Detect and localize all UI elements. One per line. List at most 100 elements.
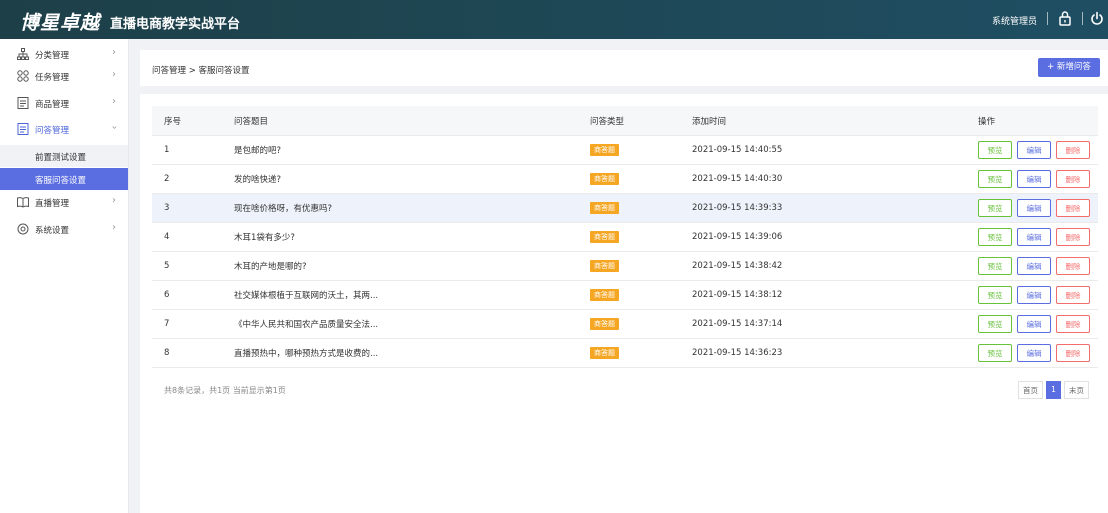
sidebar-subitem-service-qa[interactable]: 客服问答设置 [0, 168, 128, 190]
preview-button[interactable]: 预览 [978, 344, 1012, 362]
row-number: 8 [152, 338, 234, 368]
last-page-button[interactable]: 末页 [1064, 381, 1089, 399]
row-number: 6 [152, 280, 234, 310]
row-type-cell: 商答题 [590, 222, 692, 252]
table-row: 7 《中华人民共和国农产品质量安全法... 商答题 2021-09-15 14:37:… [152, 309, 1098, 339]
delete-button[interactable]: 删除 [1056, 141, 1090, 159]
lock-icon[interactable] [1058, 10, 1072, 26]
sidebar-item-qa[interactable]: 问答管理 › [0, 117, 128, 143]
sidebar-subitem-pretest[interactable]: 前置测试设置 [0, 145, 128, 167]
org-tree-icon [17, 48, 29, 60]
row-question: 木耳1袋有多少? [234, 222, 590, 252]
delete-button[interactable]: 删除 [1056, 315, 1090, 333]
delete-button[interactable]: 删除 [1056, 228, 1090, 246]
sidebar-item-label: 直播管理 [35, 199, 70, 209]
header-divider [1082, 12, 1083, 25]
sidebar-item-label: 商品管理 [35, 100, 70, 110]
chevron-down-icon: › [108, 125, 120, 130]
preview-button[interactable]: 预览 [978, 141, 1012, 159]
row-number: 3 [152, 193, 234, 223]
sidebar-item-label: 任务管理 [35, 73, 70, 83]
delete-button[interactable]: 删除 [1056, 199, 1090, 217]
sidebar-item-task[interactable]: 任务管理 › [0, 64, 128, 90]
row-actions: 预览 编辑 删除 [978, 222, 1098, 252]
row-type-cell: 商答题 [590, 164, 692, 194]
row-type-cell: 商答题 [590, 251, 692, 281]
row-type-cell: 商答题 [590, 338, 692, 368]
sidebar-item-live[interactable]: 直播管理 › [0, 190, 128, 216]
platform-title: 直播电商教学实战平台 [110, 17, 241, 32]
row-time: 2021-09-15 14:39:06 [692, 222, 978, 252]
col-header-type: 问答类型 [590, 106, 692, 136]
table-row: 8 直播预热中，哪种预热方式是收费的... 商答题 2021-09-15 14:36:… [152, 338, 1098, 368]
row-type-cell: 商答题 [590, 309, 692, 339]
col-header-question: 问答题目 [234, 106, 590, 136]
delete-button[interactable]: 删除 [1056, 257, 1090, 275]
delete-button[interactable]: 删除 [1056, 286, 1090, 304]
chevron-right-icon: › [112, 195, 116, 206]
qa-type-badge: 商答题 [590, 318, 619, 330]
row-number: 1 [152, 135, 234, 165]
sidebar-item-settings[interactable]: 系统设置 › [0, 217, 128, 243]
edit-button[interactable]: 编辑 [1017, 170, 1051, 188]
preview-button[interactable]: 预览 [978, 315, 1012, 333]
edit-button[interactable]: 编辑 [1017, 199, 1051, 217]
row-number: 5 [152, 251, 234, 281]
row-type-cell: 商答题 [590, 280, 692, 310]
preview-button[interactable]: 预览 [978, 257, 1012, 275]
table-row: 5 木耳的产地是哪的? 商答题 2021-09-15 14:38:42 预览 编辑 删除 [152, 251, 1098, 281]
page-number-button[interactable]: 1 [1046, 381, 1061, 399]
qa-type-badge: 商答题 [590, 231, 619, 243]
row-actions: 预览 编辑 删除 [978, 164, 1098, 194]
row-type-cell: 商答题 [590, 193, 692, 223]
preview-button[interactable]: 预览 [978, 286, 1012, 304]
edit-button[interactable]: 编辑 [1017, 315, 1051, 333]
chevron-right-icon: › [112, 47, 116, 58]
row-question: 木耳的产地是哪的? [234, 251, 590, 281]
row-actions: 预览 编辑 删除 [978, 135, 1098, 165]
chevron-right-icon: › [112, 222, 116, 233]
table-row: 4 木耳1袋有多少? 商答题 2021-09-15 14:39:06 预览 编辑 删除 [152, 222, 1098, 252]
qa-icon [17, 123, 29, 135]
sidebar: 分类管理 › 任务管理 › 商品管理 › 问答管理 › 前置测试设置 客服问答设… [0, 39, 129, 513]
sidebar-item-product[interactable]: 商品管理 › [0, 91, 128, 117]
first-page-button[interactable]: 首页 [1018, 381, 1043, 399]
edit-button[interactable]: 编辑 [1017, 344, 1051, 362]
row-actions: 预览 编辑 删除 [978, 309, 1098, 339]
row-time: 2021-09-15 14:36:23 [692, 338, 978, 368]
row-time: 2021-09-15 14:39:33 [692, 193, 978, 223]
sidebar-item-label: 问答管理 [35, 126, 70, 136]
row-actions: 预览 编辑 删除 [978, 280, 1098, 310]
edit-button[interactable]: 编辑 [1017, 141, 1051, 159]
row-question: 发的啥快递? [234, 164, 590, 194]
settings-icon [17, 223, 29, 235]
grid-icon [17, 70, 29, 82]
row-type-cell: 商答题 [590, 135, 692, 165]
current-user[interactable]: 系统管理员 [992, 14, 1037, 27]
list-icon [17, 97, 29, 109]
row-actions: 预览 编辑 删除 [978, 251, 1098, 281]
edit-button[interactable]: 编辑 [1017, 228, 1051, 246]
preview-button[interactable]: 预览 [978, 228, 1012, 246]
add-qa-button[interactable]: + 新增问答 [1038, 58, 1100, 77]
row-time: 2021-09-15 14:37:14 [692, 309, 978, 339]
table-row: 3 现在啥价格呀，有优惠吗? 商答题 2021-09-15 14:39:33 预览 编辑删… [152, 193, 1098, 223]
row-actions: 预览 编辑 删除 [978, 338, 1098, 368]
table-row: 1 是包邮的吧? 商答题 2021-09-15 14:40:55 预览 编辑 删除 [152, 135, 1098, 165]
row-actions: 预览 编辑 删除 [978, 193, 1098, 223]
delete-button[interactable]: 删除 [1056, 344, 1090, 362]
qa-type-badge: 商答题 [590, 289, 619, 301]
breadcrumb-panel [140, 50, 1108, 86]
preview-button[interactable]: 预览 [978, 170, 1012, 188]
row-number: 4 [152, 222, 234, 252]
edit-button[interactable]: 编辑 [1017, 257, 1051, 275]
preview-button[interactable]: 预览 [978, 199, 1012, 217]
table-row: 6 社交媒体根植于互联网的沃土，其两... 商答题 2021-09-15 14:38:… [152, 280, 1098, 310]
row-time: 2021-09-15 14:40:30 [692, 164, 978, 194]
edit-button[interactable]: 编辑 [1017, 286, 1051, 304]
chevron-right-icon: › [112, 96, 116, 107]
power-icon[interactable] [1090, 10, 1104, 26]
sidebar-subitem-label: 客服问答设置 [35, 176, 87, 186]
col-header-time: 添加时间 [692, 106, 978, 136]
delete-button[interactable]: 删除 [1056, 170, 1090, 188]
